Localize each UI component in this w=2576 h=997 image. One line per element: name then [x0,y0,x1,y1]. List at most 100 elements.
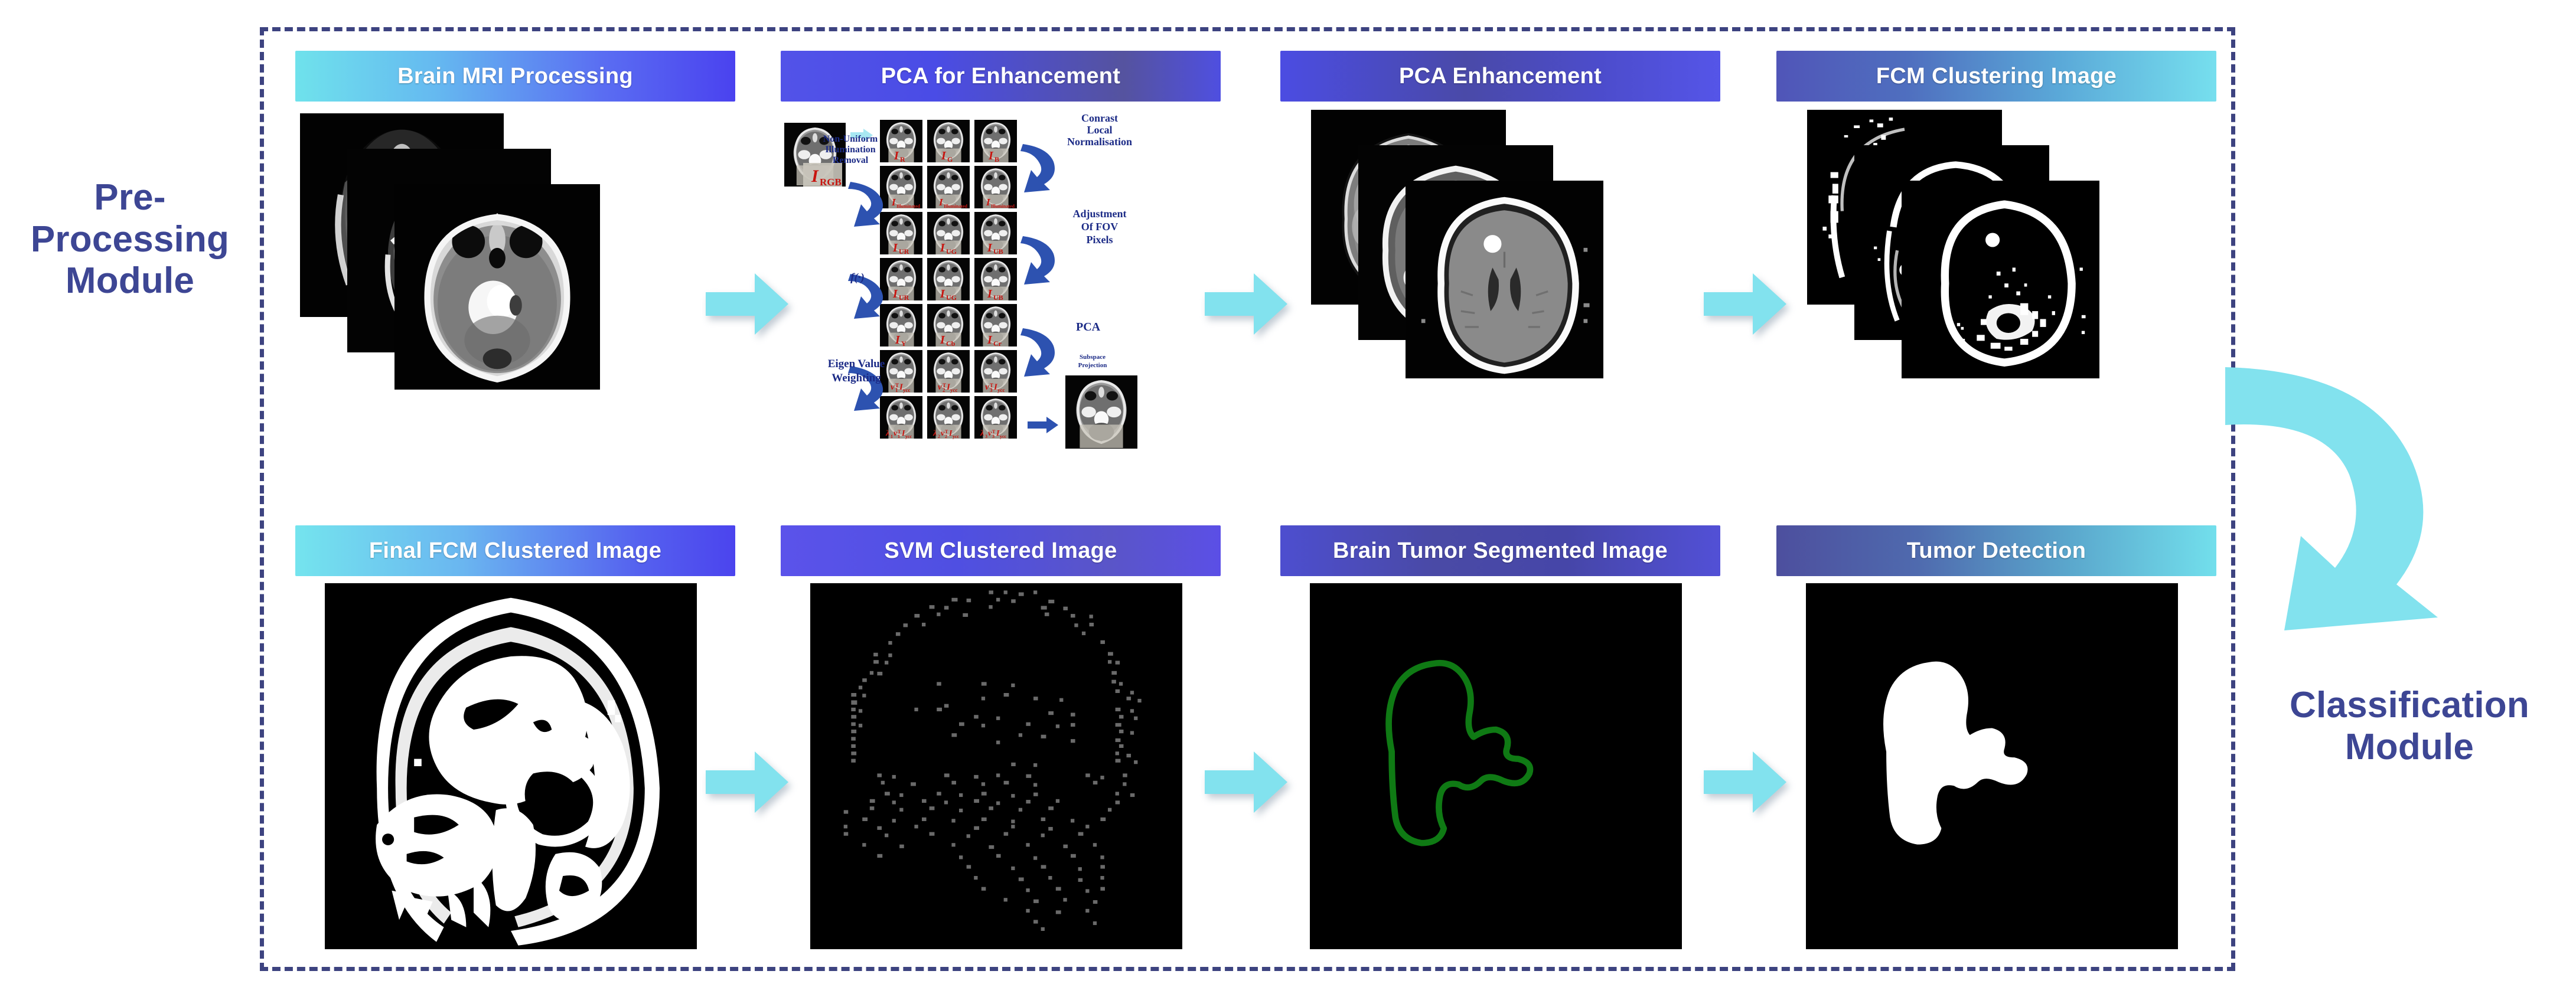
svg-text:I: I [811,166,819,186]
svg-text:UG: UG [946,293,957,302]
stage-pca-for-enhancement: PCA for Enhancement I RGB I R I G I B I … [781,51,1221,449]
svg-text:I: I [940,241,945,254]
svg-text:v: v [941,429,945,438]
stage-brain-mri-processing: Brain MRI Processing [295,51,735,473]
stage-fcm-clustering-image: FCM Clustering Image [1776,51,2216,473]
stage-banner-pca-for-enhancement: PCA for Enhancement [781,51,1221,102]
svg-text:Normalisation: Normalisation [1067,136,1132,148]
flow-arrow-2-icon [1202,269,1290,339]
stage-title: Tumor Detection [1906,538,2086,563]
pca-output-slice [1065,375,1137,449]
svg-text:I: I [988,149,994,162]
svg-text:RGB: RGB [820,176,842,188]
svg-text:I: I [940,287,945,300]
svg-text:1: 1 [895,387,898,393]
stage-pca-enhancement: PCA Enhancement [1280,51,1720,473]
svg-text:v: v [985,383,989,392]
svg-text:I: I [987,241,993,254]
svg-text:ycc: ycc [997,387,1005,393]
stage-banner-brain-tumor-segmented-image: Brain Tumor Segmented Image [1280,525,1720,576]
svg-text:3: 3 [985,434,987,439]
svg-text:UB: UB [993,247,1003,256]
svg-text:v: v [894,429,898,438]
flow-arrow-1-icon [703,269,791,339]
mri-slice-stack [295,102,735,473]
svg-text:3: 3 [990,387,993,393]
pca-label-pca: PCA [1076,321,1101,334]
pca-label-subspace-projection: Subspace [1080,354,1106,361]
stage-banner-svm-clustered-image: SVM Clustered Image [781,525,1221,576]
svg-text:I: I [901,429,905,438]
flow-arrow-4-icon [703,747,791,818]
svg-text:1: 1 [891,434,893,439]
stage-title: PCA for Enhancement [881,63,1121,89]
tumor-detection-image [1806,583,2178,949]
svg-text:v: v [891,383,895,392]
svg-text:λ: λ [885,429,889,438]
stage-svm-clustered-image: SVM Clustered Image [781,525,1221,949]
svg-text:I: I [940,334,945,347]
svg-text:Weighting: Weighting [832,372,881,384]
tumor-contour-image [1310,583,1682,949]
svg-text:2: 2 [945,434,947,439]
svg-text:UR: UR [899,247,909,256]
svg-text:Cb: Cb [946,339,956,348]
stage-title: Final FCM Clustered Image [369,538,662,563]
flow-arrow-6-icon [1701,747,1789,818]
final-fcm-binary-image [325,583,697,949]
svg-text:ycc: ycc [950,387,958,393]
svg-text:Illumination: Illumination [825,145,875,155]
stage-title: FCM Clustering Image [1876,63,2117,89]
stage-banner-tumor-detection: Tumor Detection [1776,525,2216,576]
pca-pipeline-diagram: I RGB I R I G I B I Illuminated I Illumi… [781,105,1221,477]
stage-title: Brain MRI Processing [397,63,633,89]
svg-text:λ: λ [980,429,984,438]
pca-component-grid: I R I G I B I Illuminated I Illuminated … [880,119,1017,439]
classification-module-label: Classification Module [2290,685,2529,767]
diagram-canvas: Pre- Processing Module Classification Modul… [0,0,2576,997]
svg-text:2: 2 [938,434,940,439]
stage-title: PCA Enhancement [1398,63,1602,89]
svg-text:Illuminated: Illuminated [944,204,968,209]
svg-text:I: I [892,287,898,300]
svg-text:λ: λ [932,429,937,438]
svg-text:I: I [894,149,899,162]
svg-text:Y: Y [901,339,907,348]
stage-banner-final-fcm-clustered-image: Final FCM Clustered Image [295,525,735,576]
return-flow-arrow-icon [2219,331,2479,643]
svg-text:I: I [987,334,993,347]
svg-text:3: 3 [992,434,994,439]
pca-process-arrows-right [1020,144,1055,377]
svg-text:R: R [900,155,905,164]
svg-text:v: v [938,383,942,392]
pre-processing-module-label: Pre- Processing Module [30,177,230,302]
svg-text:Local: Local [1087,124,1113,136]
stage-title: Brain Tumor Segmented Image [1333,538,1668,563]
svg-text:ycc: ycc [1000,434,1007,439]
svg-text:G: G [947,155,953,164]
stage-brain-tumor-segmented-image: Brain Tumor Segmented Image [1280,525,1720,949]
enhanced-slice-stack [1280,102,1720,473]
stage-tumor-detection: Tumor Detection [1776,525,2216,949]
stage-banner-brain-mri-processing: Brain MRI Processing [295,51,735,102]
stage-banner-fcm-clustering-image: FCM Clustering Image [1776,51,2216,102]
svg-text:Illuminated: Illuminated [896,204,921,209]
svg-text:1: 1 [898,434,900,439]
svg-text:ycc: ycc [953,434,960,439]
stage-banner-pca-enhancement: PCA Enhancement [1280,51,1720,102]
svg-text:UR: UR [899,293,909,302]
svg-text:I: I [941,149,947,162]
pca-label-adjustment-of-fov-pixels: Adjustment [1072,208,1126,220]
svg-text:ycc: ycc [903,387,911,393]
svg-text:ycc: ycc [905,434,912,439]
fcm-binary-slice-3 [1902,181,2099,378]
svg-text:I: I [987,287,993,300]
svg-text:Removal: Removal [833,155,869,165]
binary-slice-stack [1776,102,2216,473]
svg-text:Illuminated: Illuminated [991,204,1015,209]
pca-label-eigen-value-weighting: Eigen Value [828,358,885,370]
svg-text:I: I [895,334,901,347]
svm-sparse-dot-image [810,583,1182,949]
svg-text:Pixels: Pixels [1087,234,1113,246]
pca-label-non-uniform-illumination-removal: Non-Uniform [823,134,878,144]
